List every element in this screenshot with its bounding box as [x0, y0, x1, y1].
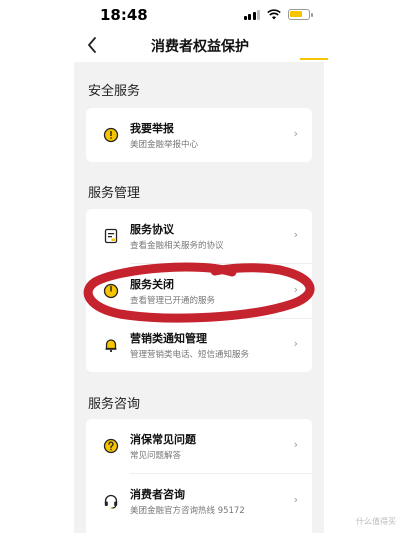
list-item-consumer-hotline[interactable]: 消费者咨询 美团金融官方咨询热线 95172 ›: [86, 474, 312, 528]
watermark: 什么值得买: [356, 517, 396, 526]
list-item-report[interactable]: 我要举报 美团金融举报中心 ›: [86, 108, 312, 162]
card-management: 服务协议 查看金融相关服务的协议 › 服务关闭 查看管理已开通的服务 › 营销类…: [86, 209, 312, 372]
row-title-faq: 消保常见问题: [130, 433, 196, 446]
row-title-consumer-hotline: 消费者咨询: [130, 488, 185, 501]
row-title-marketing-notice: 营销类通知管理: [130, 332, 207, 345]
section-title-security: 安全服务: [88, 84, 141, 99]
card-security: 我要举报 美团金融举报中心 ›: [86, 108, 312, 162]
list-item-marketing-notice[interactable]: 营销类通知管理 管理营销类电话、短信通知服务 ›: [86, 318, 312, 372]
document-icon: [103, 228, 119, 244]
status-bar: 18:48: [0, 0, 400, 30]
question-icon: [103, 438, 119, 454]
row-title-service-close: 服务关闭: [130, 278, 174, 291]
section-title-consult: 服务咨询: [88, 397, 141, 412]
row-subtitle-report: 美团金融举报中心: [130, 140, 199, 150]
bell-icon: [103, 337, 119, 353]
chevron-right-icon: ›: [293, 438, 298, 451]
content-panel: 安全服务 我要举报 美团金融举报中心 › 服务管理 服务协议 查看金融相关服务的…: [74, 62, 324, 533]
row-subtitle-faq: 常见问题解答: [130, 451, 182, 461]
chevron-right-icon: ›: [293, 493, 298, 506]
row-subtitle-marketing-notice: 管理营销类电话、短信通知服务: [130, 350, 250, 360]
nav-bar: 消费者权益保护: [0, 30, 400, 60]
chevron-right-icon: ›: [293, 337, 298, 350]
row-subtitle-agreement: 查看金融相关服务的协议: [130, 241, 224, 251]
list-item-faq[interactable]: 消保常见问题 常见问题解答 ›: [86, 419, 312, 473]
card-consult: 消保常见问题 常见问题解答 › 消费者咨询 美团金融官方咨询热线 95172 ›: [86, 419, 312, 533]
section-title-management: 服务管理: [88, 186, 141, 201]
power-icon: [103, 283, 119, 299]
row-title-report: 我要举报: [130, 122, 174, 135]
page-title: 消费者权益保护: [151, 39, 249, 55]
headset-icon: [103, 493, 119, 509]
list-item-service-close[interactable]: 服务关闭 查看管理已开通的服务 ›: [86, 264, 312, 318]
accent-rule: [300, 58, 328, 60]
status-time: 18:48: [100, 6, 148, 24]
signal-icon: [243, 9, 260, 20]
battery-icon: [288, 9, 313, 20]
row-subtitle-consumer-hotline: 美团金融官方咨询热线 95172: [130, 506, 245, 516]
wifi-icon: [267, 9, 281, 20]
list-item-agreement[interactable]: 服务协议 查看金融相关服务的协议 ›: [86, 209, 312, 263]
chevron-right-icon: ›: [293, 283, 298, 296]
chevron-right-icon: ›: [293, 127, 298, 140]
row-title-agreement: 服务协议: [130, 223, 174, 236]
chevron-right-icon: ›: [293, 228, 298, 241]
row-subtitle-service-close: 查看管理已开通的服务: [130, 296, 216, 306]
alert-circle-icon: [103, 127, 119, 143]
status-icons: [243, 9, 313, 20]
